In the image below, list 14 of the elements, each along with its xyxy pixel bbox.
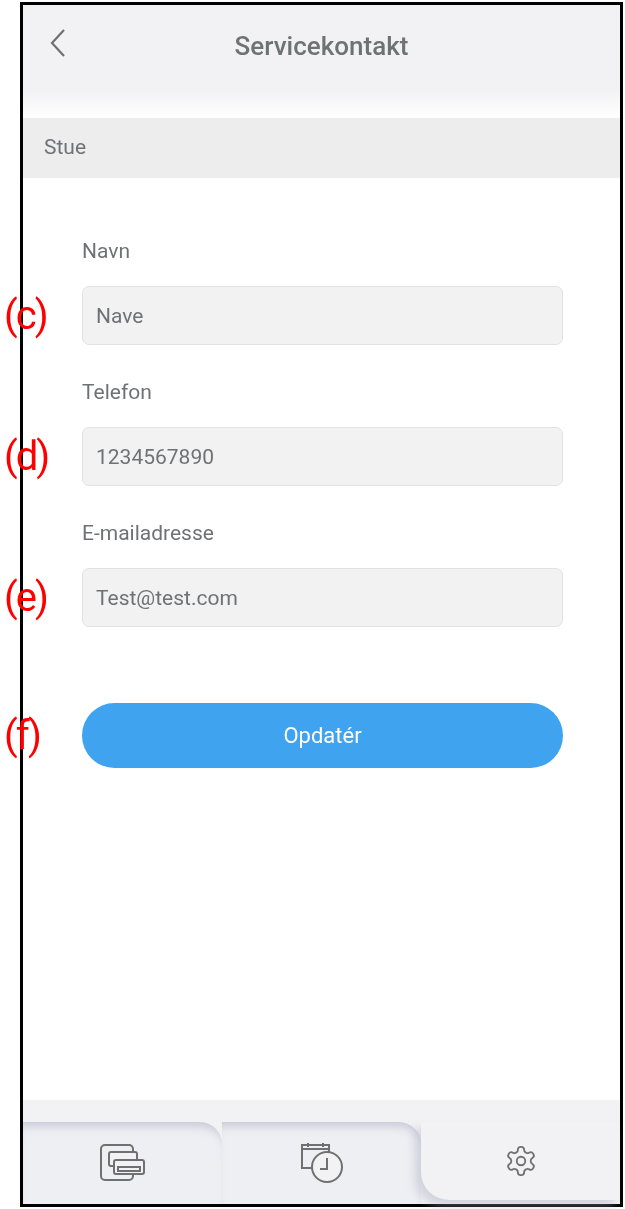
field-label: Telefon	[82, 379, 153, 405]
tab[interactable]	[222, 1122, 421, 1204]
update-button[interactable]: Opdatér	[82, 703, 563, 768]
calendar-clock-icon	[299, 1142, 344, 1184]
field-label: Navn	[82, 238, 132, 264]
input-field[interactable]: Nave	[82, 286, 563, 345]
page-title: Servicekontakt	[234, 30, 409, 63]
tab[interactable]	[23, 1122, 222, 1204]
input-field[interactable]: 1234567890	[82, 427, 563, 486]
field-label: E-mailadresse	[82, 520, 215, 546]
section-title: Stue	[44, 134, 87, 162]
input-field[interactable]: Test@test.com	[82, 568, 563, 627]
stacked-cards-icon	[99, 1144, 146, 1182]
back-icon	[49, 28, 67, 58]
